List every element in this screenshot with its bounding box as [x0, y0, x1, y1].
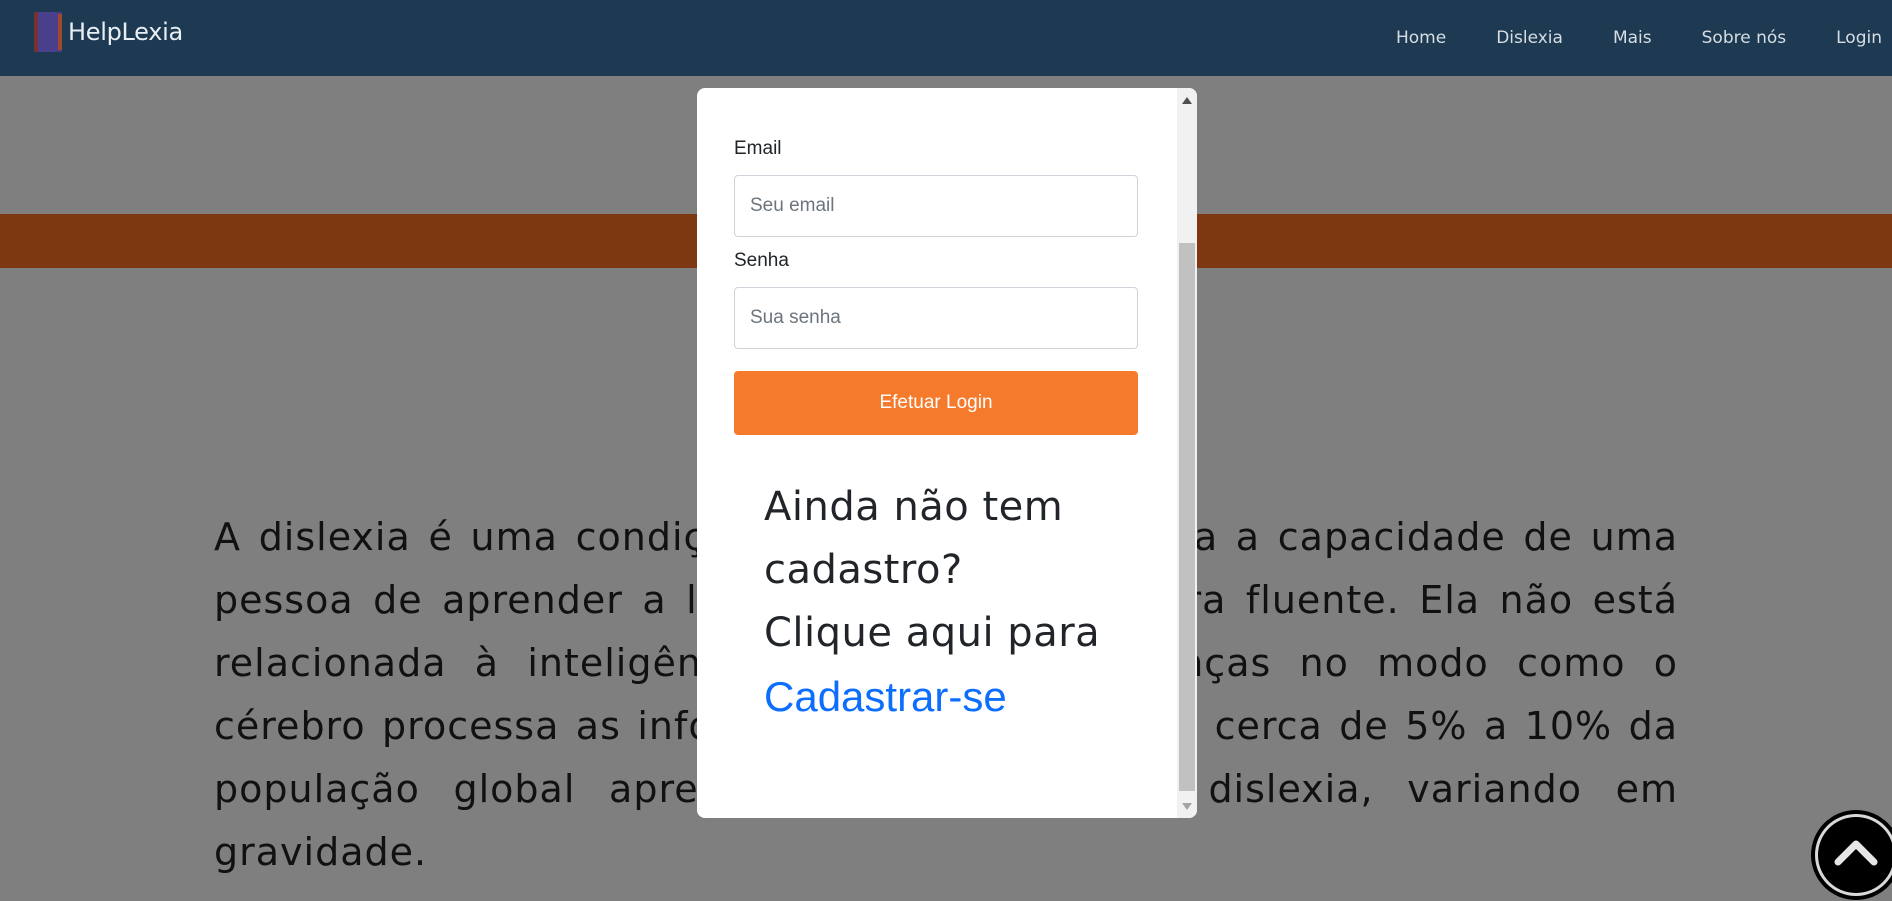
nav-login[interactable]: Login: [1836, 28, 1882, 48]
nav-home[interactable]: Home: [1396, 28, 1446, 48]
navbar: HelpLexia Home Dislexia Mais Sobre nós L…: [0, 0, 1892, 76]
login-modal: Email Senha Efetuar Login Ainda não tem …: [697, 88, 1197, 818]
nav-dislexia[interactable]: Dislexia: [1496, 28, 1563, 48]
signup-prompt-line2: Clique aqui para: [764, 610, 1101, 656]
email-label: Email: [734, 138, 782, 159]
brand[interactable]: HelpLexia: [32, 12, 183, 52]
signup-link[interactable]: Cadastrar-se: [764, 673, 1007, 720]
nav-links: Home Dislexia Mais Sobre nós Login: [1396, 0, 1892, 76]
nav-sobre-nos[interactable]: Sobre nós: [1702, 28, 1787, 48]
password-label: Senha: [734, 250, 789, 271]
brand-name[interactable]: HelpLexia: [68, 18, 183, 46]
back-to-top-button[interactable]: [1811, 810, 1892, 900]
email-field[interactable]: [734, 175, 1138, 237]
scroll-up-arrow-icon[interactable]: [1182, 97, 1192, 104]
scroll-down-arrow-icon[interactable]: [1182, 803, 1192, 810]
login-button[interactable]: Efetuar Login: [734, 371, 1138, 435]
signup-prompt-line1: Ainda não tem cadastro?: [764, 484, 1064, 593]
book-icon: [32, 12, 62, 52]
chevron-up-icon: [1834, 840, 1878, 866]
modal-scrollbar[interactable]: [1177, 88, 1197, 818]
scroll-thumb[interactable]: [1179, 243, 1195, 791]
nav-mais[interactable]: Mais: [1613, 28, 1652, 48]
password-field[interactable]: [734, 287, 1138, 349]
signup-prompt: Ainda não tem cadastro? Clique aqui para…: [764, 476, 1144, 730]
